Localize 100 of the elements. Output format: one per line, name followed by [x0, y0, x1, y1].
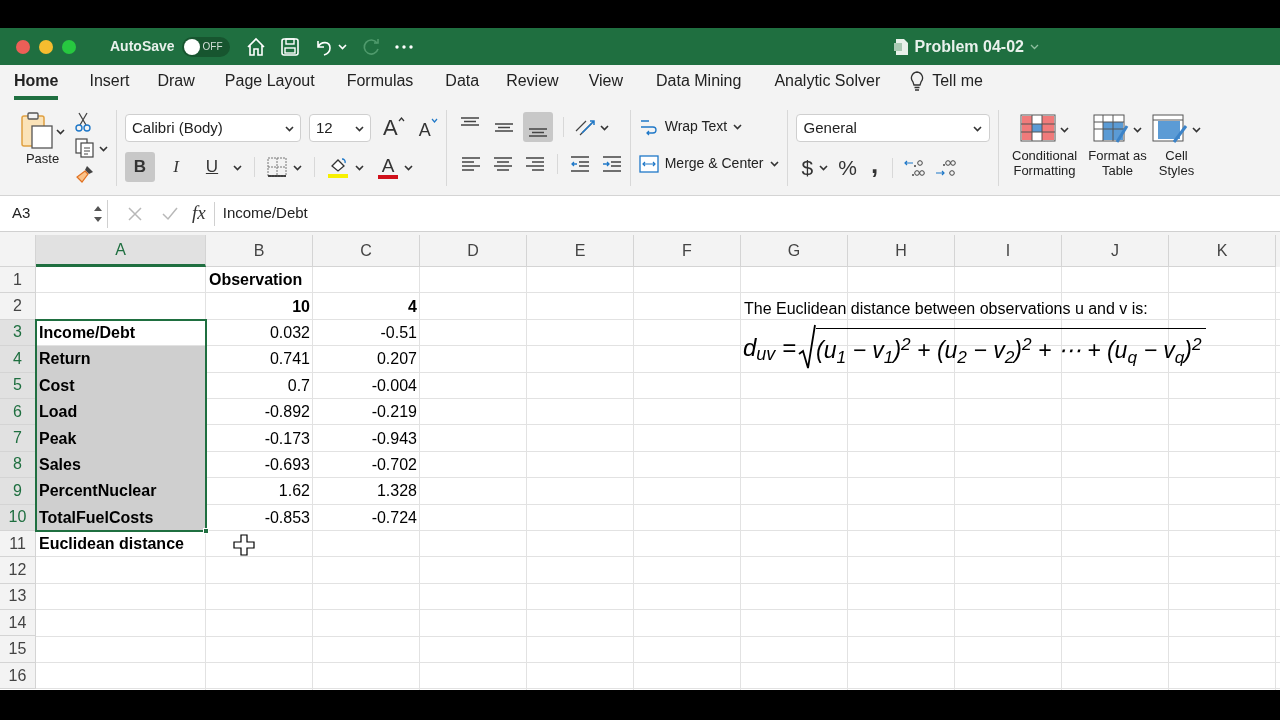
comma-style-button[interactable]: , — [866, 150, 883, 177]
minimize-button[interactable] — [39, 39, 53, 54]
column-header[interactable]: G — [741, 235, 848, 267]
ribbon-tab[interactable]: Data Mining — [656, 65, 742, 100]
orientation-icon[interactable] — [573, 117, 596, 137]
format-as-table-button[interactable]: Format as Table — [1086, 114, 1149, 178]
row-header[interactable]: 13 — [0, 583, 36, 611]
ribbon-tab[interactable]: Data — [445, 65, 480, 100]
ribbon-tab[interactable]: Insert — [89, 65, 130, 100]
caret-icon — [1192, 125, 1202, 133]
row-header[interactable]: 3 — [0, 319, 36, 347]
column-header[interactable]: J — [1062, 235, 1169, 267]
row-header[interactable]: 6 — [0, 398, 36, 426]
row-header[interactable]: 14 — [0, 610, 36, 637]
highlighted-grid-icon — [1020, 114, 1057, 144]
row-header[interactable]: 12 — [0, 557, 36, 584]
font-name-dropdown[interactable]: Calibri (Body) — [125, 114, 301, 142]
caret-icon[interactable] — [355, 163, 364, 171]
note-text: The Euclidean distance between observations u and v is: — [744, 299, 1148, 320]
bottom-align-button[interactable] — [522, 112, 553, 142]
column-header[interactable]: A — [36, 235, 206, 267]
table-cell: Sales — [36, 451, 206, 479]
caret-icon[interactable] — [285, 124, 294, 132]
underline-button[interactable]: U — [197, 152, 227, 182]
formula-input[interactable]: Income/Debt — [222, 202, 308, 225]
column-header[interactable]: C — [313, 235, 420, 267]
align-right-icon[interactable] — [524, 155, 545, 173]
bold-button[interactable]: B — [125, 152, 155, 182]
column-header[interactable]: H — [848, 235, 955, 267]
row-header[interactable]: 11 — [0, 530, 36, 558]
ribbon-tab[interactable]: Draw — [157, 65, 195, 100]
autosave-toggle[interactable]: OFF — [181, 36, 230, 57]
cell-styles-button[interactable]: Cell Styles — [1152, 114, 1201, 178]
name-box[interactable]: A3 — [2, 199, 108, 228]
caret-icon[interactable] — [819, 164, 829, 172]
home-icon[interactable] — [245, 36, 266, 57]
caret-icon[interactable] — [404, 163, 413, 171]
lightbulb-icon[interactable] — [910, 70, 925, 91]
font-color-button[interactable]: A — [378, 155, 398, 179]
align-lines-icon — [459, 117, 480, 126]
row-header[interactable]: 10 — [0, 504, 36, 531]
brush-icon[interactable] — [75, 164, 95, 184]
row-header[interactable]: 5 — [0, 372, 36, 399]
table-cell-text: -0.219 — [370, 402, 418, 423]
cut-icon[interactable] — [75, 112, 91, 132]
caret-icon[interactable] — [233, 163, 242, 171]
fill-color-icon[interactable] — [327, 156, 349, 178]
decrease-decimal-icon[interactable] — [935, 157, 958, 178]
copy-icon[interactable] — [75, 138, 95, 158]
row-header[interactable]: 9 — [0, 478, 36, 505]
caret-icon — [769, 160, 779, 167]
italic-button[interactable]: I — [161, 152, 191, 182]
row-header[interactable]: 8 — [0, 451, 36, 479]
increase-decimal-icon[interactable] — [903, 157, 926, 178]
percent-button[interactable]: % — [838, 152, 857, 184]
column-header[interactable]: F — [634, 235, 741, 267]
table-brush-icon — [1093, 114, 1130, 144]
table-cell-text: Observation — [208, 270, 304, 291]
align-lines-icon — [493, 122, 514, 132]
grow-font-button[interactable]: A — [383, 117, 405, 139]
column-header[interactable]: B — [206, 235, 313, 267]
currency-button[interactable]: $ — [801, 152, 814, 184]
more-icon[interactable] — [394, 44, 413, 49]
number-format-dropdown[interactable]: General — [795, 114, 990, 142]
ribbon-tab[interactable]: Review — [506, 65, 559, 100]
ribbon-tab[interactable]: View — [588, 65, 623, 100]
row-header[interactable]: 7 — [0, 425, 36, 452]
shrink-font-button[interactable]: A — [418, 117, 438, 139]
column-header[interactable]: K — [1169, 235, 1276, 267]
caret-icon[interactable] — [293, 163, 302, 171]
paste-button[interactable]: Paste — [20, 112, 65, 169]
font-size-dropdown[interactable]: 12 — [309, 114, 371, 142]
align-center-icon[interactable] — [492, 155, 513, 173]
ribbon-tab[interactable]: Analytic Solver — [774, 65, 881, 100]
increase-indent-icon[interactable] — [601, 155, 622, 173]
row-header[interactable]: 2 — [0, 293, 36, 320]
wrap-text-button[interactable]: Wrap Text — [638, 116, 779, 137]
row-header[interactable]: 4 — [0, 346, 36, 373]
ribbon-tab[interactable]: Page Layout — [224, 65, 315, 100]
row-header[interactable]: 16 — [0, 662, 36, 690]
align-left-icon[interactable] — [460, 155, 481, 173]
column-header[interactable]: I — [955, 235, 1062, 267]
ribbon-tab[interactable]: Formulas — [346, 65, 414, 100]
caret-icon[interactable] — [599, 123, 609, 131]
caret-icon[interactable] — [355, 124, 364, 132]
zoom-button[interactable] — [62, 39, 76, 54]
caret-icon[interactable] — [99, 144, 108, 152]
column-header[interactable]: E — [527, 235, 634, 267]
column-header[interactable]: D — [420, 235, 527, 267]
caret-icon[interactable] — [972, 124, 982, 132]
tell-me-label[interactable]: Tell me — [932, 68, 983, 93]
row-header[interactable]: 1 — [0, 267, 36, 294]
table-cell-text: -0.004 — [370, 375, 418, 396]
insert-function-button[interactable]: fx — [192, 199, 206, 228]
borders-icon[interactable] — [267, 157, 287, 177]
decrease-indent-icon[interactable] — [569, 155, 590, 173]
conditional-formatting-button[interactable]: Conditional Formatting — [1006, 114, 1083, 178]
save-icon[interactable] — [279, 36, 300, 57]
row-header[interactable]: 15 — [0, 636, 36, 663]
merge-center-button[interactable]: Merge & Center — [638, 153, 779, 174]
